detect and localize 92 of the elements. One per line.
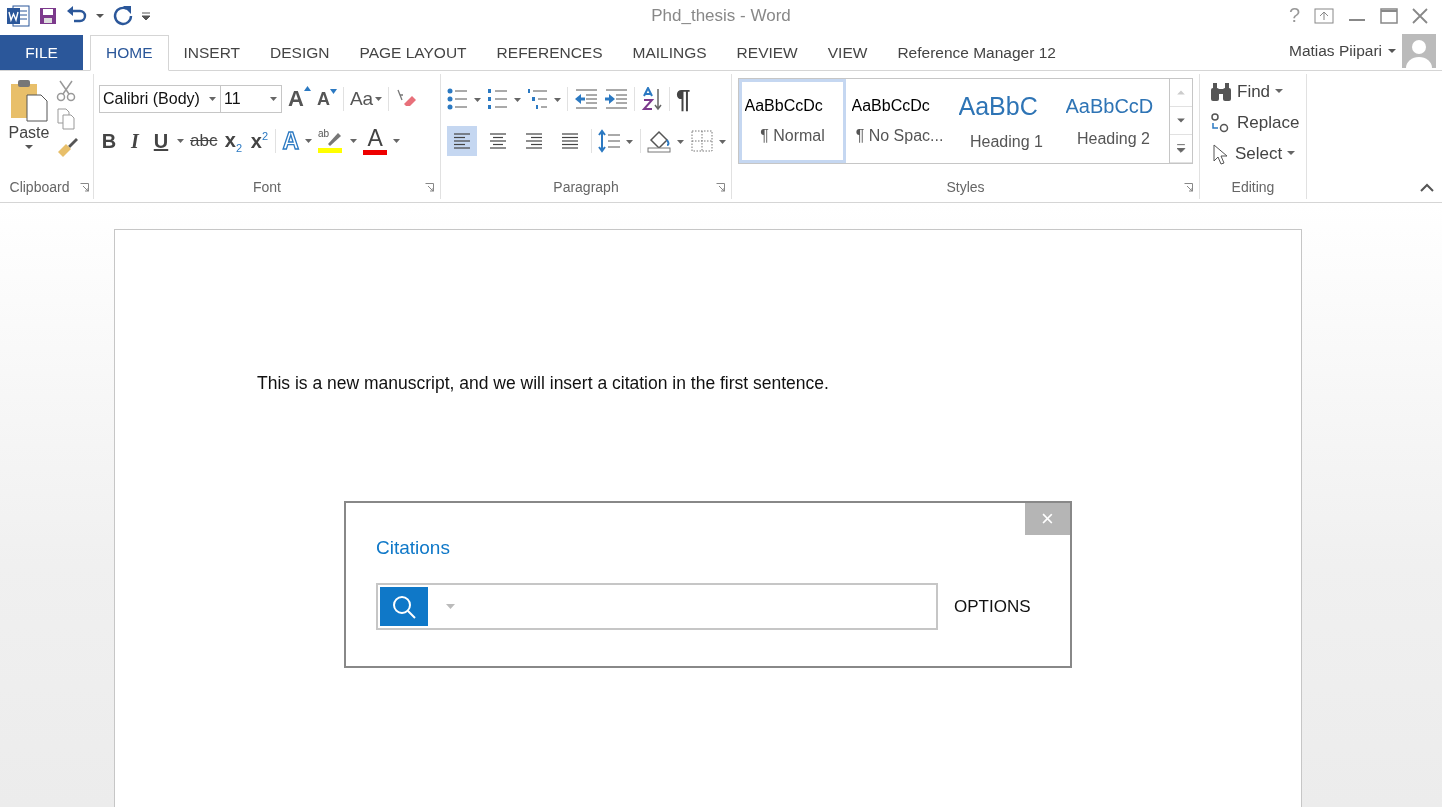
account-name[interactable]: Matias Piipari [1288,41,1382,60]
clipboard-icon[interactable] [9,78,49,122]
caret-icon[interactable] [305,138,313,144]
caret-icon[interactable] [1287,151,1296,156]
italic-button[interactable]: I [125,129,145,153]
strike-button[interactable]: abc [190,131,218,151]
grow-font-button[interactable]: A [288,86,311,112]
bold-button[interactable]: B [99,129,119,153]
caret-icon[interactable] [1388,47,1396,54]
group-label: Editing [1231,179,1275,195]
search-icon [391,593,417,620]
caret-icon[interactable] [209,96,216,102]
decrease-indent-icon[interactable] [574,88,598,110]
line-spacing-icon[interactable] [598,129,634,153]
close-icon[interactable] [1412,7,1428,24]
dialog-launcher-icon[interactable] [1184,183,1193,192]
ribbon-tab[interactable]: INSERT [168,35,256,70]
change-case-button[interactable]: Aa [349,88,383,110]
align-left-button[interactable] [447,126,477,156]
redo-icon[interactable] [112,4,134,27]
save-icon[interactable] [38,5,58,26]
ribbon-tab[interactable]: REFERENCES [481,35,618,70]
replace-button[interactable]: Replace [1210,110,1306,135]
align-center-icon [488,132,508,150]
highlight-button[interactable]: ab [318,129,345,153]
search-button[interactable] [380,587,428,626]
font-color-button[interactable]: A [363,127,388,155]
up-triangle-icon [303,86,311,91]
dialog-launcher-icon[interactable] [80,183,89,192]
underline-button[interactable]: U [151,129,171,153]
customize-caret-icon[interactable] [142,11,150,20]
ribbon-tab[interactable]: MAILINGS [617,35,722,70]
group-label: Font [253,179,281,195]
ribbon-tab[interactable]: VIEW [812,35,883,70]
binoculars-icon [1210,81,1232,102]
font-size-field[interactable]: 11 [220,85,282,113]
collapse-ribbon-icon[interactable] [1420,183,1434,192]
multilevel-list-icon[interactable] [527,88,561,110]
style-item[interactable]: AaBbCcDc ¶ Normal [739,79,846,163]
shrink-font-button[interactable]: A [316,88,337,110]
maximize-icon[interactable] [1380,7,1398,24]
body-text: This is a new manuscript, and we will insert a citation in the first sentence. [257,373,830,394]
bullets-icon[interactable] [447,88,481,110]
align-left-icon [452,132,472,150]
search-field[interactable] [376,583,938,630]
group-label: Styles [946,179,985,195]
numbering-icon[interactable] [487,88,521,110]
caret-icon[interactable] [96,12,104,19]
style-item[interactable]: AaBbCcDc ¶ No Spac... [846,79,953,163]
panel-title: Citations [376,537,451,559]
sub-button[interactable]: x$_{2}$ [223,128,244,154]
sort-icon[interactable] [641,87,663,111]
brush-icon[interactable] [56,136,78,158]
caret-icon[interactable] [1275,89,1284,94]
font-name-field[interactable]: Calibri (Body) [99,85,221,113]
down-triangle-icon [329,88,337,94]
dialog-launcher-icon[interactable] [425,183,434,192]
ribbon-display-icon[interactable] [1314,7,1334,24]
ribbon-tab[interactable]: DESIGN [255,35,345,70]
style-item[interactable]: AaBbCcD Heading 2 [1060,79,1167,163]
show-marks-button[interactable]: ¶ [676,83,691,115]
increase-indent-icon[interactable] [604,88,628,110]
shading-icon[interactable] [647,129,685,153]
caret-icon[interactable] [375,96,383,102]
caret-icon[interactable] [177,138,184,144]
text-effects-button[interactable]: A [282,127,300,155]
marker-icon [318,131,345,153]
paste-button[interactable]: Paste [6,78,52,175]
group-label: Paragraph [553,179,619,195]
sup-button[interactable]: x$^{2}$ [249,129,270,153]
window-title: Phd_thesis - Word [651,5,791,26]
cut-icon[interactable] [56,80,76,102]
caret-icon[interactable] [25,144,33,150]
cursor-icon [1210,142,1230,165]
align-right-icon [524,132,544,150]
word-icon[interactable] [6,4,30,27]
ribbon-tab[interactable]: PAGE LAYOUT [344,35,482,70]
select-button[interactable]: Select [1210,141,1306,166]
caret-icon[interactable] [270,96,277,102]
options-button[interactable]: OPTIONS [954,596,1031,617]
group-label: Clipboard [9,179,70,195]
dialog-launcher-icon[interactable] [716,183,725,192]
ribbon-tab[interactable]: REVIEW [721,35,813,70]
style-item[interactable]: AaBbC Heading 1 [953,79,1060,163]
ribbon-tab[interactable]: Reference Manager 12 [882,35,1071,70]
ribbon-tab[interactable]: HOME [90,35,169,71]
caret-icon[interactable] [350,138,358,144]
borders-icon[interactable] [691,130,727,152]
align-justify-icon [560,132,580,150]
find-button[interactable]: Find [1210,79,1306,104]
caret-icon[interactable] [393,138,401,144]
file-tab[interactable]: FILE [0,35,83,70]
